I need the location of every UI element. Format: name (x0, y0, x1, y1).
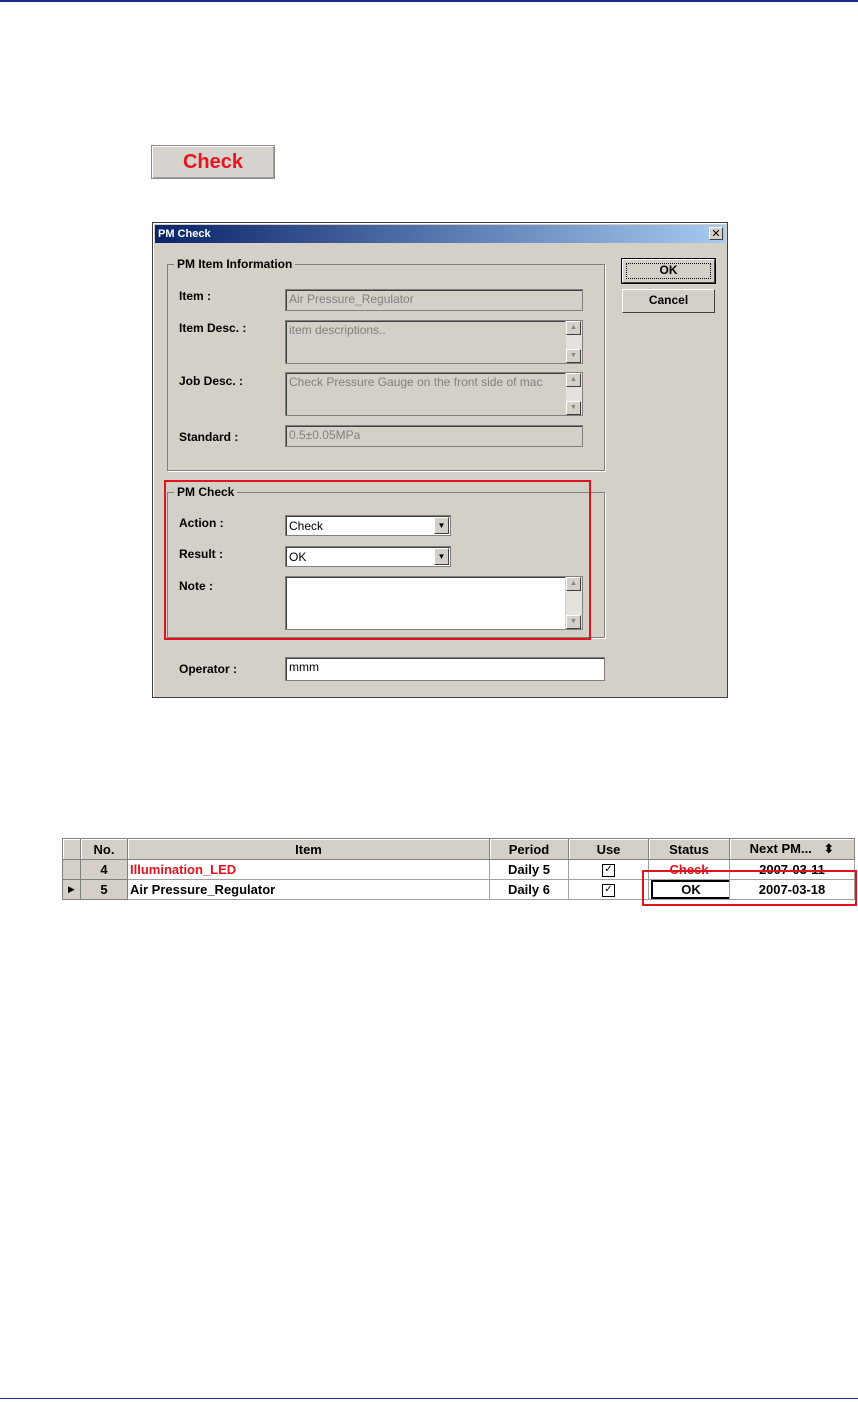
row-period: Daily 5 (489, 859, 569, 880)
item-desc-label: Item Desc. : (179, 321, 247, 335)
group-legend: PM Check (174, 485, 238, 499)
pm-items-grid: No. Item Period Use Status Next PM... ⬍ … (62, 838, 857, 900)
item-label: Item : (179, 289, 212, 303)
table-row[interactable]: ▶ 5 Air Pressure_Regulator Daily 6 ✓ OK … (62, 879, 855, 900)
row-use: ✓ (568, 879, 649, 900)
standard-field: 0.5±0.05MPa (285, 425, 583, 447)
cancel-button[interactable]: Cancel (622, 289, 715, 313)
table-row[interactable]: 4 Illumination_LED Daily 5 ✓ Check 2007-… (62, 859, 855, 880)
check-button[interactable]: Check (151, 145, 275, 179)
column-header-item[interactable]: Item (127, 838, 490, 860)
action-label: Action : (179, 516, 224, 530)
note-scrollbar[interactable]: ▲ ▼ (565, 577, 582, 629)
row-indicator (62, 859, 81, 880)
row-status[interactable]: OK (648, 879, 730, 900)
scroll-up-icon[interactable]: ▲ (566, 373, 581, 387)
row-indicator-header (62, 838, 81, 860)
column-header-period[interactable]: Period (489, 838, 569, 860)
scroll-down-icon[interactable]: ▼ (566, 401, 581, 415)
standard-label: Standard : (179, 430, 239, 444)
item-desc-scrollbar[interactable]: ▲ ▼ (565, 321, 582, 363)
row-period: Daily 6 (489, 879, 569, 900)
top-rule (0, 0, 858, 2)
column-header-use[interactable]: Use (568, 838, 649, 860)
close-icon[interactable]: ✕ (709, 227, 723, 240)
item-desc-text: item descriptions.. (289, 323, 386, 337)
operator-field[interactable]: mmm (285, 657, 605, 681)
dialog-title: PM Check (158, 228, 211, 240)
row-no: 4 (80, 859, 128, 880)
column-header-status[interactable]: Status (648, 838, 730, 860)
job-desc-label: Job Desc. : (179, 374, 244, 388)
focus-ring (626, 263, 711, 279)
note-textarea[interactable]: ▲ ▼ (285, 576, 583, 630)
item-field: Air Pressure_Regulator (285, 289, 583, 311)
checkbox-icon[interactable]: ✓ (602, 864, 615, 878)
bottom-rule (0, 1398, 858, 1399)
operator-label: Operator : (179, 662, 238, 676)
row-status: Check (648, 859, 730, 880)
result-select-value: OK (289, 550, 307, 564)
current-row-arrow-icon: ▶ (62, 879, 81, 900)
status-cell-editor[interactable]: OK (651, 880, 729, 899)
next-pm-label: Next PM... (749, 841, 812, 856)
row-item: Air Pressure_Regulator (127, 879, 490, 900)
scroll-up-icon[interactable]: ▲ (566, 321, 581, 335)
row-next-pm: 2007-03-18 (729, 879, 855, 900)
chevron-down-icon[interactable]: ▼ (434, 517, 449, 534)
result-label: Result : (179, 547, 224, 561)
action-select[interactable]: Check ▼ (285, 515, 451, 536)
pm-check-dialog: PM Check ✕ PM Item Information Item : Ai… (152, 222, 728, 698)
checkbox-icon[interactable]: ✓ (602, 884, 615, 898)
chevron-down-icon[interactable]: ▼ (434, 548, 449, 565)
column-header-next-pm[interactable]: Next PM... ⬍ (729, 838, 855, 860)
ok-button[interactable]: OK (621, 258, 716, 284)
dialog-titlebar: PM Check ✕ (155, 225, 725, 243)
job-desc-text: Check Pressure Gauge on the front side o… (289, 375, 543, 389)
job-desc-field: Check Pressure Gauge on the front side o… (285, 372, 583, 416)
sort-icon[interactable]: ⬍ (823, 841, 834, 856)
row-item: Illumination_LED (127, 859, 490, 880)
row-no: 5 (80, 879, 128, 900)
row-next-pm: 2007-03-11 (729, 859, 855, 880)
result-select[interactable]: OK ▼ (285, 546, 451, 567)
scroll-down-icon[interactable]: ▼ (566, 615, 581, 629)
row-use: ✓ (568, 859, 649, 880)
scroll-up-icon[interactable]: ▲ (566, 577, 581, 591)
job-desc-scrollbar[interactable]: ▲ ▼ (565, 373, 582, 415)
column-header-no[interactable]: No. (80, 838, 128, 860)
item-desc-field: item descriptions.. ▲ ▼ (285, 320, 583, 364)
note-label: Note : (179, 579, 213, 593)
action-select-value: Check (289, 519, 324, 533)
group-legend: PM Item Information (174, 257, 296, 271)
scroll-down-icon[interactable]: ▼ (566, 349, 581, 363)
